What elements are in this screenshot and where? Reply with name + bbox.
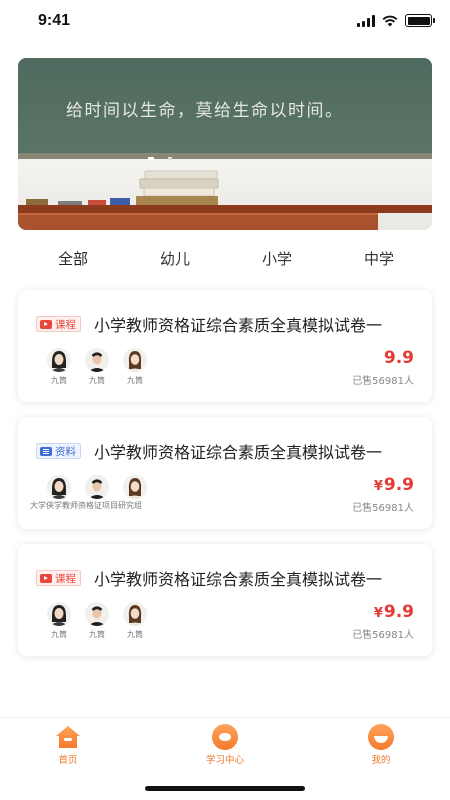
sold-count: 已售56981人 [352,376,414,387]
teacher[interactable]: 九筒 [116,348,154,386]
teacher-name: 九筒 [127,630,143,639]
teacher-name: 九筒 [51,630,67,639]
teacher[interactable] [116,475,154,499]
material-card[interactable]: 资料 小学教师资格证综合素质全真模拟试卷一 大学侠学教师资格证项目研究组 ¥9.… [18,417,432,529]
tab-primary[interactable]: 小学 [247,248,307,270]
teacher[interactable]: 九筒 [116,602,154,640]
teacher-name: 九筒 [51,376,67,385]
avatar [123,348,147,372]
banner-image[interactable]: 给时间以生命，莫给生命以时间。 [18,58,432,230]
teacher-list: 九筒 九筒 九筒 [40,602,154,640]
price: ¥9.9 [374,475,414,495]
teacher-organization: 大学侠学教师资格证项目研究组 [30,501,142,510]
badge-label: 课程 [55,572,76,585]
tab-label: 中学 [363,250,394,268]
video-icon [40,573,52,583]
badge-label: 课程 [55,318,76,331]
home-icon [55,724,81,750]
avatar [123,475,147,499]
nav-label: 首页 [58,755,78,766]
nav-home[interactable]: 首页 [38,724,98,766]
tab-label: 全部 [57,250,88,268]
card-title: 小学教师资格证综合素质全真模拟试卷一 [94,570,383,589]
price-value: 9.9 [383,475,414,495]
avatar [123,602,147,626]
teacher-list [40,475,154,499]
teacher[interactable]: 九筒 [78,602,116,640]
nav-profile[interactable]: 我的 [351,724,411,766]
document-icon [40,446,52,456]
study-center-icon [212,724,238,750]
avatar [85,602,109,626]
signal-icon [357,14,375,27]
teacher-name: 九筒 [89,630,105,639]
teacher[interactable] [78,475,116,499]
card-title: 小学教师资格证综合素质全真模拟试卷一 [94,316,383,335]
currency-symbol: ¥ [373,479,383,494]
nav-label: 我的 [371,755,391,766]
course-card[interactable]: 课程 小学教师资格证综合素质全真模拟试卷一 九筒 九筒 九筒 ¥9.9 已售56… [18,544,432,656]
avatar [47,475,71,499]
teacher-name: 九筒 [89,376,105,385]
currency-symbol: ¥ [373,606,383,621]
tab-preschool[interactable]: 幼儿 [145,248,205,270]
teacher[interactable]: 九筒 [78,348,116,386]
home-indicator [145,786,305,791]
avatar [47,348,71,372]
status-bar: 9:41 [0,0,450,44]
nav-label: 学习中心 [205,755,244,766]
price: ¥9.9 [374,602,414,622]
course-badge: 课程 [36,570,81,586]
profile-icon [368,724,394,750]
teacher-list: 九筒 九筒 九筒 [40,348,154,386]
avatar [85,475,109,499]
teacher[interactable]: 九筒 [40,602,78,640]
banner-chalk-text: 给时间以生命，莫给生命以时间。 [66,101,344,121]
wifi-icon [382,15,398,26]
category-tabs: 全部 幼儿 小学 中学 [0,248,450,280]
avatar [85,348,109,372]
tab-all[interactable]: 全部 [43,248,103,270]
status-time: 9:41 [38,12,71,29]
material-badge: 资料 [36,443,81,459]
classroom-chalkboard-illustration: 给时间以生命，莫给生命以时间。 [18,58,432,230]
video-icon [40,319,52,329]
course-badge: 课程 [36,316,81,332]
badge-label: 资料 [55,445,76,458]
status-icons [357,14,435,27]
battery-icon [405,14,435,27]
tab-label: 小学 [261,250,292,268]
tab-secondary[interactable]: 中学 [349,248,409,270]
teacher-name: 九筒 [127,376,143,385]
sold-count: 已售56981人 [352,503,414,514]
sold-count: 已售56981人 [352,630,414,641]
card-title: 小学教师资格证综合素质全真模拟试卷一 [94,443,383,462]
teacher[interactable]: 九筒 [40,348,78,386]
price: 9.9 [383,348,414,368]
teacher[interactable] [40,475,78,499]
price-value: 9.9 [383,348,414,368]
avatar [47,602,71,626]
course-card[interactable]: 课程 小学教师资格证综合素质全真模拟试卷一 九筒 九筒 九筒 9.9 已售569… [18,290,432,402]
tab-label: 幼儿 [159,250,190,268]
nav-study-center[interactable]: 学习中心 [195,724,255,766]
price-value: 9.9 [383,602,414,622]
